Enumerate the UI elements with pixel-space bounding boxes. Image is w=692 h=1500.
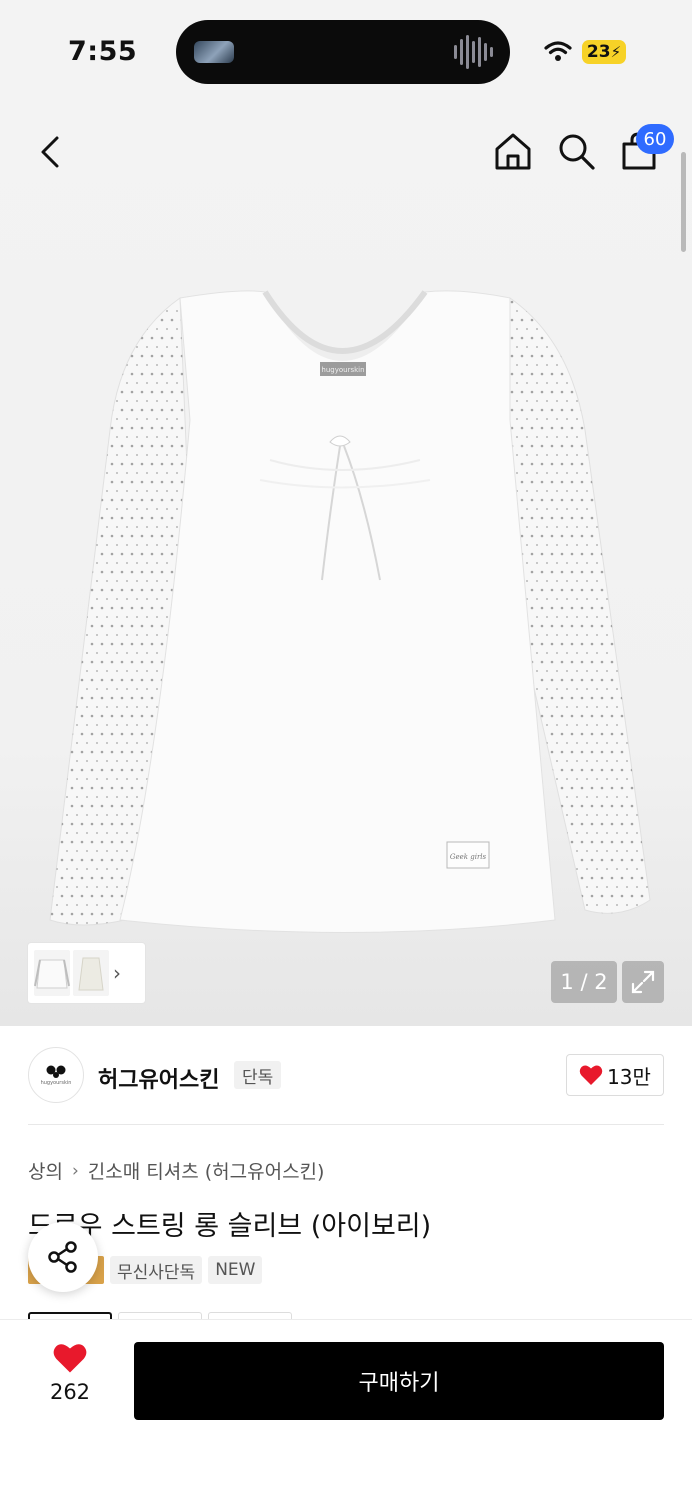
- thumbnail-side[interactable]: [73, 950, 109, 996]
- search-icon: [559, 134, 595, 170]
- product-image: hugyourskin Geek girls: [49, 290, 651, 933]
- chevron-right-icon[interactable]: ›: [113, 961, 121, 985]
- brand-logo[interactable]: hugyourskin: [28, 1047, 84, 1103]
- breadcrumb: 상의 › 긴소매 티셔츠 (허그유어스킨): [28, 1157, 324, 1184]
- home-icon: [495, 133, 531, 170]
- buy-button[interactable]: 구매하기: [134, 1342, 664, 1420]
- status-bar: 7:55 23 ⚡: [0, 0, 692, 100]
- scrollbar[interactable]: [681, 152, 686, 252]
- cart-count-badge: 60: [636, 124, 674, 154]
- breadcrumb-category[interactable]: 상의: [28, 1157, 63, 1184]
- badge-musinsa-exclusive: 무신사단독: [110, 1256, 203, 1284]
- divider: [28, 1124, 664, 1125]
- brand-logo-text: hugyourskin: [40, 1079, 72, 1086]
- wifi-icon: [544, 40, 572, 66]
- expand-button[interactable]: [622, 961, 664, 1003]
- expand-icon: [631, 970, 655, 994]
- heart-icon: [53, 1344, 87, 1373]
- brand-like-count: 13만: [607, 1064, 651, 1089]
- breadcrumb-subcategory[interactable]: 긴소매 티셔츠 (허그유어스킨): [88, 1157, 325, 1184]
- back-button[interactable]: [28, 130, 72, 174]
- charging-icon: ⚡: [610, 43, 622, 61]
- brand-name[interactable]: 허그유어스킨: [98, 1062, 219, 1094]
- thumbnail-front[interactable]: [34, 950, 70, 996]
- status-time: 7:55: [68, 36, 138, 67]
- heart-icon: [579, 1065, 603, 1085]
- wish-button[interactable]: 262: [28, 1342, 112, 1422]
- battery-level: 23: [586, 42, 611, 62]
- now-playing-artwork: [194, 41, 234, 63]
- brand-like-button[interactable]: 13만: [566, 1054, 664, 1096]
- image-counter: 1 / 2: [551, 961, 617, 1003]
- bottom-action-bar: 262 구매하기: [0, 1319, 692, 1500]
- home-button[interactable]: [490, 128, 536, 174]
- search-button[interactable]: [553, 128, 599, 174]
- wish-count: 262: [49, 1380, 91, 1404]
- share-button[interactable]: [28, 1222, 98, 1292]
- product-gallery[interactable]: 60 hugyourskin Geek girls › 1 / 2: [0, 100, 692, 1026]
- brand-neck-label: hugyourskin: [321, 366, 364, 374]
- share-icon: [48, 1241, 77, 1273]
- thumbnail-strip[interactable]: ›: [28, 943, 145, 1003]
- battery-indicator: 23 ⚡: [582, 40, 626, 64]
- brand-logo-mark: [46, 1065, 66, 1078]
- chevron-right-icon: ›: [71, 1160, 79, 1181]
- exclusive-tag: 단독: [234, 1061, 282, 1089]
- dynamic-island[interactable]: [176, 20, 510, 84]
- badge-new: NEW: [208, 1256, 263, 1284]
- garment-patch-text: Geek girls: [450, 853, 487, 861]
- back-icon: [41, 136, 59, 168]
- audio-wave-icon: [454, 34, 494, 70]
